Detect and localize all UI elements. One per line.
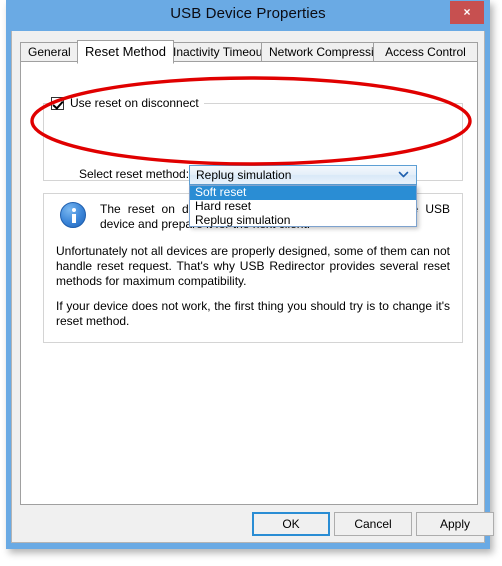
- tab-content-panel: Use reset on disconnect Select reset met…: [20, 61, 478, 505]
- dropdown-option-soft-reset[interactable]: Soft reset: [190, 186, 416, 200]
- close-icon[interactable]: ×: [450, 1, 484, 24]
- combo-label: Select reset method:: [79, 167, 190, 181]
- info-icon: [60, 202, 86, 228]
- select-reset-method-label-row: Select reset method:: [79, 167, 199, 181]
- chevron-down-icon: [398, 171, 409, 178]
- tab-reset-method[interactable]: Reset Method: [77, 40, 174, 64]
- reset-method-combobox[interactable]: Replug simulation: [189, 165, 417, 185]
- tab-inactivity-timeout[interactable]: Inactivity Timeout: [165, 42, 274, 62]
- dropdown-option-replug-simulation[interactable]: Replug simulation: [190, 214, 416, 228]
- dialog-body: General Reset Method Inactivity Timeout …: [11, 31, 494, 543]
- dialog-window: USB Device Properties × General Reset Me…: [6, 0, 494, 549]
- combobox-value: Replug simulation: [196, 168, 292, 182]
- dropdown-option-hard-reset[interactable]: Hard reset: [190, 200, 416, 214]
- cancel-button[interactable]: Cancel: [334, 512, 412, 536]
- checkmark-icon: [51, 96, 64, 110]
- dialog-button-bar: OK Cancel Apply: [12, 512, 494, 542]
- checkbox-label: Use reset on disconnect: [70, 96, 199, 110]
- tab-access-control-list[interactable]: Access Control List: [373, 42, 478, 78]
- ok-button[interactable]: OK: [252, 512, 330, 536]
- apply-button[interactable]: Apply: [416, 512, 494, 536]
- tab-general[interactable]: General: [20, 42, 79, 62]
- reset-method-dropdown-list[interactable]: Soft reset Hard reset Replug simulation: [189, 185, 417, 227]
- use-reset-on-disconnect-checkbox[interactable]: Use reset on disconnect: [51, 96, 204, 110]
- info-paragraph-2: Unfortunately not all devices are proper…: [56, 244, 450, 288]
- info-paragraph-3: If your device does not work, the first …: [56, 299, 450, 328]
- window-title: USB Device Properties: [170, 5, 326, 22]
- title-bar[interactable]: USB Device Properties ×: [6, 0, 490, 31]
- tab-strip: General Reset Method Inactivity Timeout …: [20, 40, 478, 78]
